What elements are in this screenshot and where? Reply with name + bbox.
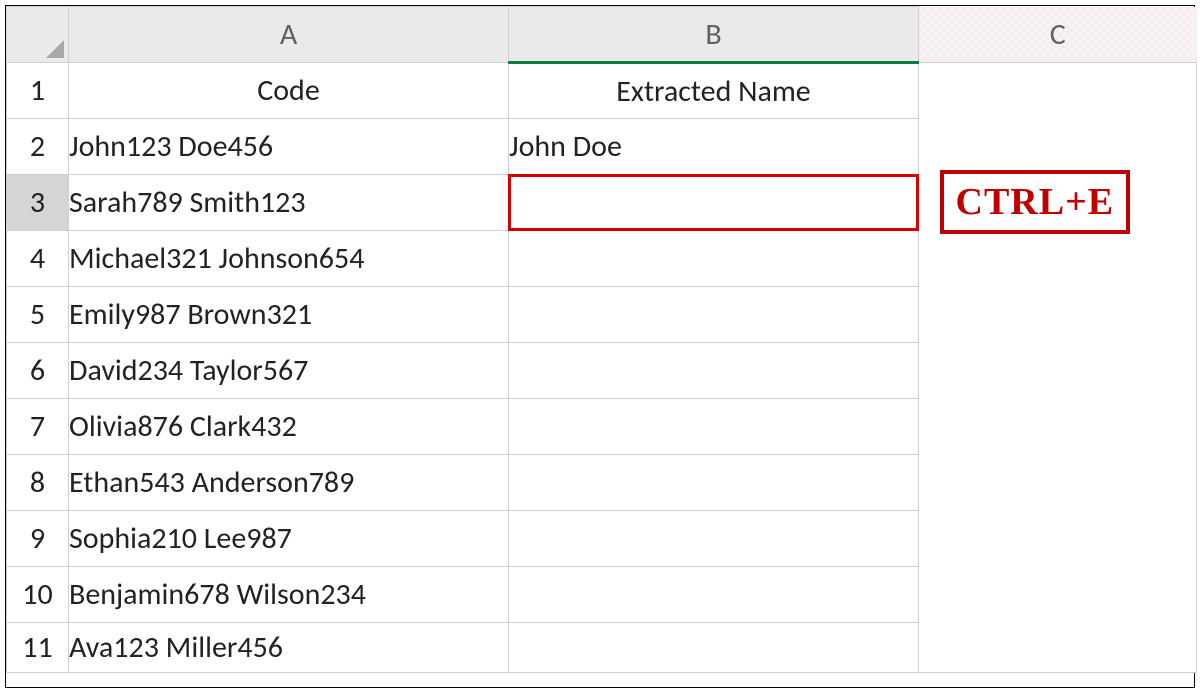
- header-extracted[interactable]: Extracted Name: [509, 63, 919, 119]
- cell-B6[interactable]: [509, 343, 919, 399]
- cell-B3[interactable]: [509, 175, 919, 231]
- row-header-3[interactable]: 3: [7, 175, 69, 231]
- cell-A2[interactable]: John123 Doe456: [69, 119, 509, 175]
- select-all-triangle[interactable]: [7, 7, 69, 63]
- row-header-2[interactable]: 2: [7, 119, 69, 175]
- cell-A6[interactable]: David234 Taylor567: [69, 343, 509, 399]
- cell-B10[interactable]: [509, 567, 919, 623]
- cell-B2[interactable]: John Doe: [509, 119, 919, 175]
- cell-A5[interactable]: Emily987 Brown321: [69, 287, 509, 343]
- cell-B4[interactable]: [509, 231, 919, 287]
- cell-B8[interactable]: [509, 455, 919, 511]
- column-header-row: A B C: [7, 7, 1197, 63]
- spreadsheet[interactable]: A B C 1 Code Extracted Name 2 John123 Do…: [5, 5, 1195, 688]
- row-header-9[interactable]: 9: [7, 511, 69, 567]
- cell-A9[interactable]: Sophia210 Lee987: [69, 511, 509, 567]
- row-header-8[interactable]: 8: [7, 455, 69, 511]
- row-header-4[interactable]: 4: [7, 231, 69, 287]
- cell-B7[interactable]: [509, 399, 919, 455]
- cell-A11[interactable]: Ava123 Miller456: [69, 623, 509, 673]
- row-header-11[interactable]: 11: [7, 623, 69, 673]
- row-header-6[interactable]: 6: [7, 343, 69, 399]
- cell-B5[interactable]: [509, 287, 919, 343]
- row-header-7[interactable]: 7: [7, 399, 69, 455]
- header-code[interactable]: Code: [69, 63, 509, 119]
- cell-A3[interactable]: Sarah789 Smith123: [69, 175, 509, 231]
- cell-A7[interactable]: Olivia876 Clark432: [69, 399, 509, 455]
- col-C-body[interactable]: [919, 63, 1197, 673]
- row-header-5[interactable]: 5: [7, 287, 69, 343]
- cell-A8[interactable]: Ethan543 Anderson789: [69, 455, 509, 511]
- cell-A4[interactable]: Michael321 Johnson654: [69, 231, 509, 287]
- grid-table: A B C 1 Code Extracted Name 2 John123 Do…: [6, 6, 1197, 673]
- cell-B9[interactable]: [509, 511, 919, 567]
- col-header-C[interactable]: C: [919, 7, 1197, 63]
- col-header-A[interactable]: A: [69, 7, 509, 63]
- cell-A10[interactable]: Benjamin678 Wilson234: [69, 567, 509, 623]
- row-header-1[interactable]: 1: [7, 63, 69, 119]
- cell-B11[interactable]: [509, 623, 919, 673]
- shortcut-annotation: CTRL+E: [940, 170, 1131, 234]
- row-header-10[interactable]: 10: [7, 567, 69, 623]
- row-1: 1 Code Extracted Name: [7, 63, 1197, 119]
- col-header-B[interactable]: B: [509, 7, 919, 63]
